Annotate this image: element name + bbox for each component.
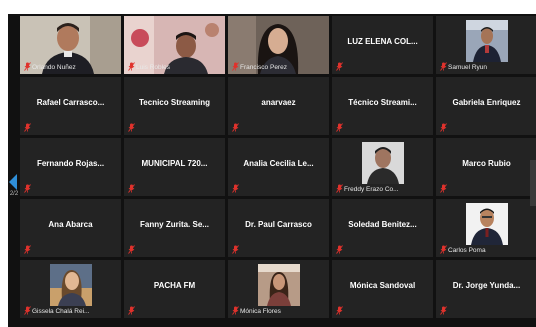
participant-photo [258,264,300,306]
participant-name: Fernando Rojas... [36,159,105,168]
muted-mic-icon [24,123,31,132]
participant-tile[interactable]: Carlos Poma [436,199,536,257]
participant-tile[interactable]: PACHA FM [124,260,225,318]
muted-mic-icon [336,245,343,254]
participant-tile[interactable]: Tecnico Streaming [124,77,225,135]
muted-mic-icon [128,306,135,315]
participant-tile[interactable]: Rafael Carrasco... [20,77,121,135]
participant-name: Ana Abarca [48,220,93,229]
participant-name-label: Samuel Ryun [448,64,488,71]
muted-mic-icon [336,306,343,315]
muted-mic-icon [24,62,31,71]
participant-tile[interactable]: Mónica Sandoval [332,260,433,318]
participant-name: Mónica Sandoval [349,281,416,290]
muted-mic-icon [440,62,447,71]
muted-mic-icon [232,123,239,132]
muted-mic-icon [24,184,31,193]
participant-photo [50,264,92,306]
participant-name: Gabriela Enriquez [452,98,521,107]
participant-tile[interactable]: Marco Rubio [436,138,536,196]
participant-tile[interactable]: Samuel Ryun [436,16,536,74]
muted-mic-icon [440,123,447,132]
participant-tile[interactable]: Luis Robles [124,16,225,74]
participant-name-label: Mónica Flores [240,308,281,315]
muted-mic-icon [336,62,343,71]
participant-tile[interactable]: Dr. Jorge Yunda... [436,260,536,318]
muted-mic-icon [128,245,135,254]
participant-name-label: Orlando Nuñez [32,64,76,71]
participant-tile[interactable]: MUNICIPAL 720... [124,138,225,196]
muted-mic-icon [440,306,447,315]
muted-mic-icon [336,184,343,193]
participant-tile[interactable]: Ana Abarca [20,199,121,257]
next-page-handle[interactable] [530,160,536,206]
participant-photo [466,20,508,62]
participant-tile[interactable]: LUZ ELENA COL... [332,16,433,74]
participant-tile[interactable]: Fernando Rojas... [20,138,121,196]
participant-photo [362,142,404,184]
participant-name: Dr. Paul Carrasco [245,220,312,229]
participant-tile[interactable]: Orlando Nuñez [20,16,121,74]
participant-name: Dr. Jorge Yunda... [452,281,521,290]
participant-name: Rafael Carrasco... [36,98,105,107]
participant-photo [466,203,508,245]
participant-name: LUZ ELENA COL... [347,37,418,46]
participant-name: Marco Rubio [462,159,511,168]
muted-mic-icon [440,184,447,193]
muted-mic-icon [128,62,135,71]
participant-tile[interactable]: Dr. Paul Carrasco [228,199,329,257]
participant-name: Fanny Zurita. Se... [140,220,209,229]
participant-name: MUNICIPAL 720... [141,159,208,168]
participant-name: Tecnico Streaming [139,98,210,107]
participant-name: Analia Cecilia Le... [243,159,314,168]
participant-tile[interactable]: anarvaez [228,77,329,135]
muted-mic-icon [128,184,135,193]
participant-name: Soledad Benitez... [348,220,417,229]
muted-mic-icon [24,245,31,254]
participant-tile[interactable]: Freddy Erazo Co... [332,138,433,196]
meeting-gallery-view: Orlando Nuñez Luis Robles Francisco Perez L… [8,14,536,327]
participant-tile[interactable]: Soledad Benitez... [332,199,433,257]
muted-mic-icon [440,245,447,254]
participant-tile[interactable]: Gissela Chalá Rei... [20,260,121,318]
muted-mic-icon [24,306,31,315]
participant-tile[interactable]: Mónica Flores [228,260,329,318]
participant-name-label: Gissela Chalá Rei... [32,308,90,315]
participant-name: anarvaez [261,98,296,107]
participant-tile[interactable]: Gabriela Enriquez [436,77,536,135]
participant-tile[interactable]: Francisco Perez [228,16,329,74]
participant-tile[interactable]: Analia Cecilia Le... [228,138,329,196]
participant-name: PACHA FM [153,281,196,290]
participant-name-label: Luis Robles [136,64,170,71]
muted-mic-icon [232,306,239,315]
participant-grid: Orlando Nuñez Luis Robles Francisco Perez L… [8,14,536,327]
participant-name-label: Francisco Perez [240,64,287,71]
muted-mic-icon [232,62,239,71]
participant-name: Técnico Streami... [348,98,417,107]
participant-name-label: Carlos Poma [448,247,486,254]
muted-mic-icon [232,245,239,254]
page-indicator: 2/2 [9,191,19,197]
muted-mic-icon [336,123,343,132]
participant-name-label: Freddy Erazo Co... [344,186,399,193]
muted-mic-icon [128,123,135,132]
participant-tile[interactable]: Técnico Streami... [332,77,433,135]
muted-mic-icon [232,184,239,193]
participant-tile[interactable]: Fanny Zurita. Se... [124,199,225,257]
